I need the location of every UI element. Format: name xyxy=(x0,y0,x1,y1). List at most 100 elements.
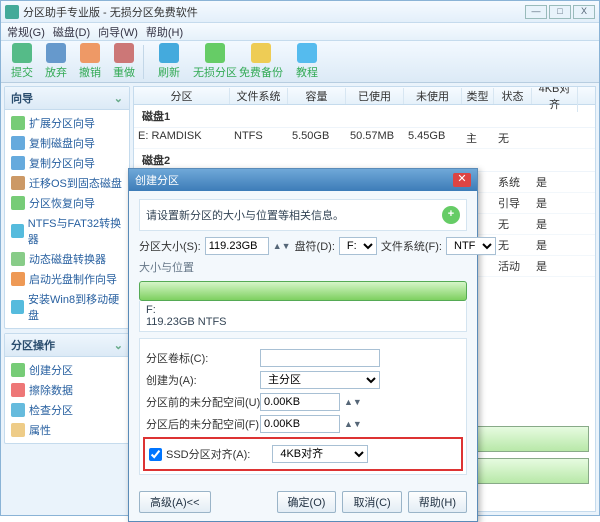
volume-label-lbl: 分区卷标(C): xyxy=(146,350,256,366)
partition-row[interactable]: E: RAMDISKNTFS5.50GB50.57MB5.45GB主无 xyxy=(134,128,595,149)
tool-重做[interactable]: 重做 xyxy=(107,43,141,80)
collapse-icon[interactable]: ⌄ xyxy=(114,92,123,105)
disk-row[interactable]: 磁盘1 xyxy=(134,105,595,128)
tool-label: 提交 xyxy=(11,64,33,80)
tool-label: 撤销 xyxy=(79,64,101,80)
tool-放弃[interactable]: 放弃 xyxy=(39,43,73,80)
volume-label-input[interactable] xyxy=(260,349,380,367)
collapse-icon[interactable]: ⌄ xyxy=(114,339,123,352)
col-header[interactable]: 分区 xyxy=(134,88,230,104)
cell: 是 xyxy=(532,216,578,232)
cancel-button[interactable]: 取消(C) xyxy=(342,491,401,513)
sidebar-item-label: 动态磁盘转换器 xyxy=(29,251,106,267)
tool-icon xyxy=(159,43,179,63)
sidebar-item[interactable]: 擦除数据 xyxy=(7,380,127,400)
sidebar-item[interactable]: 复制分区向导 xyxy=(7,153,127,173)
ssd-align-select[interactable]: 4KB对齐 xyxy=(272,445,368,463)
menu-disk[interactable]: 磁盘(D) xyxy=(53,24,90,40)
plus-icon: + xyxy=(442,206,460,224)
cell: 5.50GB xyxy=(288,130,346,146)
col-header[interactable]: 类型 xyxy=(462,88,494,104)
spinner-icon[interactable]: ▲▼ xyxy=(344,419,362,429)
tool-刷新[interactable]: 刷新 xyxy=(146,43,192,80)
cell: 是 xyxy=(532,237,578,253)
col-header[interactable]: 文件系统 xyxy=(230,88,288,104)
cell: 5.45GB xyxy=(404,130,462,146)
maximize-button[interactable]: □ xyxy=(549,5,571,19)
advanced-button[interactable]: 高级(A)<< xyxy=(139,491,211,513)
tool-免费备份[interactable]: 免费备份 xyxy=(238,43,284,80)
minimize-button[interactable]: — xyxy=(525,5,547,19)
tool-icon xyxy=(80,43,100,63)
sidebar-item[interactable]: NTFS与FAT32转换器 xyxy=(7,213,127,249)
drive-select[interactable]: F: xyxy=(339,237,377,255)
sidebar-item-label: 安装Win8到移动硬盘 xyxy=(28,291,123,323)
col-header[interactable]: 容量 xyxy=(288,88,346,104)
sidebar-item-label: 复制磁盘向导 xyxy=(29,135,95,151)
tool-提交[interactable]: 提交 xyxy=(5,43,39,80)
sidebar-item-label: 扩展分区向导 xyxy=(29,115,95,131)
menu-general[interactable]: 常规(G) xyxy=(7,24,45,40)
sidebar-item[interactable]: 动态磁盘转换器 xyxy=(7,249,127,269)
col-header[interactable]: 未使用 xyxy=(404,88,462,104)
sidebar-item[interactable]: 属性 xyxy=(7,420,127,440)
sidebar-item[interactable]: 复制磁盘向导 xyxy=(7,133,127,153)
cell: 活动 xyxy=(494,258,532,274)
cell: 50.57MB xyxy=(346,130,404,146)
spinner-icon[interactable]: ▲▼ xyxy=(344,397,362,407)
tool-icon xyxy=(205,43,225,63)
after-space-input[interactable] xyxy=(260,415,340,433)
tool-撤销[interactable]: 撤销 xyxy=(73,43,107,80)
ssd-align-lbl: SSD分区对齐(A): xyxy=(166,446,250,462)
tool-教程[interactable]: 教程 xyxy=(284,43,330,80)
sidebar-item[interactable]: 分区恢复向导 xyxy=(7,193,127,213)
sidebar-icon xyxy=(11,272,25,286)
fs-select[interactable]: NTFS xyxy=(446,237,496,255)
sidebar-item-label: 复制分区向导 xyxy=(29,155,95,171)
sidebar-item[interactable]: 安装Win8到移动硬盘 xyxy=(7,289,127,325)
cell: 是 xyxy=(532,195,578,211)
menu-wizard[interactable]: 向导(W) xyxy=(98,24,138,40)
spinner-icon[interactable]: ▲▼ xyxy=(273,241,291,251)
app-icon xyxy=(5,5,19,19)
ok-button[interactable]: 确定(O) xyxy=(277,491,337,513)
create-partition-dialog: 创建分区 ✕ 请设置新分区的大小与位置等相关信息。 + 分区大小(S): ▲▼ … xyxy=(128,168,478,522)
sidebar-item[interactable]: 启动光盘制作向导 xyxy=(7,269,127,289)
sidebar-icon xyxy=(11,176,25,190)
sidebar-item[interactable]: 扩展分区向导 xyxy=(7,113,127,133)
size-input[interactable] xyxy=(205,237,269,255)
dialog-close-button[interactable]: ✕ xyxy=(453,173,471,187)
tool-icon xyxy=(297,43,317,63)
tool-label: 免费备份 xyxy=(239,64,283,80)
create-as-select[interactable]: 主分区 xyxy=(260,371,380,389)
ops-panel-title: 分区操作 xyxy=(11,337,55,353)
sidebar-item[interactable]: 迁移OS到固态磁盘 xyxy=(7,173,127,193)
col-header[interactable]: 4KB对齐 xyxy=(532,86,578,112)
tool-icon xyxy=(114,43,134,63)
sidebar-icon xyxy=(11,383,25,397)
menu-help[interactable]: 帮助(H) xyxy=(146,24,183,40)
cell: 系统 xyxy=(494,174,532,190)
sidebar-item-label: 迁移OS到固态磁盘 xyxy=(29,175,122,191)
tool-label: 放弃 xyxy=(45,64,67,80)
sidebar-icon xyxy=(11,363,25,377)
cell: 是 xyxy=(532,174,578,190)
cell: NTFS xyxy=(230,130,288,146)
ssd-align-checkbox[interactable] xyxy=(149,448,162,461)
sidebar-item[interactable]: 创建分区 xyxy=(7,360,127,380)
tool-无损分区[interactable]: 无损分区 xyxy=(192,43,238,80)
close-button[interactable]: X xyxy=(573,5,595,19)
sidebar-item-label: 擦除数据 xyxy=(29,382,73,398)
size-slider[interactable] xyxy=(139,281,467,301)
cell: E: RAMDISK xyxy=(134,130,230,146)
dialog-title: 创建分区 xyxy=(135,172,179,188)
slider-info: 119.23GB NTFS xyxy=(146,316,460,328)
sidebar-item[interactable]: 检查分区 xyxy=(7,400,127,420)
sidebar-item-label: 分区恢复向导 xyxy=(29,195,95,211)
before-space-input[interactable] xyxy=(260,393,340,411)
col-header[interactable]: 状态 xyxy=(494,88,532,104)
help-button[interactable]: 帮助(H) xyxy=(408,491,467,513)
slider-drive: F: xyxy=(146,304,460,316)
position-label: 大小与位置 xyxy=(139,259,467,275)
col-header[interactable]: 已使用 xyxy=(346,88,404,104)
